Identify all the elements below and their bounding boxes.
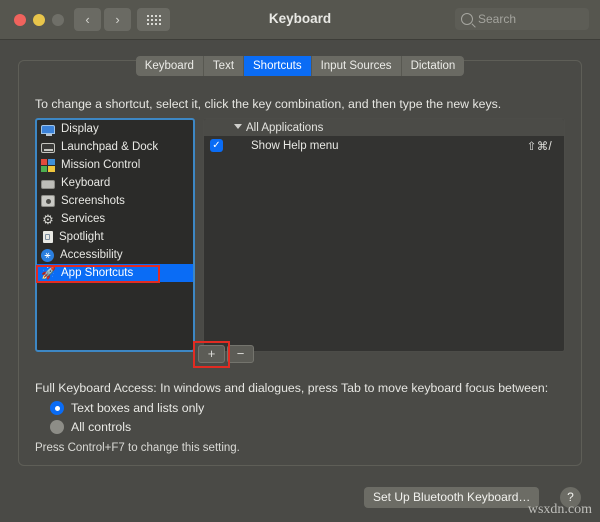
sidebar-item-label: Display (61, 123, 99, 135)
full-keyboard-access-hint: Press Control+F7 to change this setting. (35, 442, 240, 454)
set-up-bluetooth-keyboard-button[interactable]: Set Up Bluetooth Keyboard… (364, 487, 540, 508)
sidebar-item-label: Spotlight (59, 231, 104, 243)
shortcut-category-list[interactable]: Display Launchpad & Dock Mission Control… (35, 118, 195, 352)
sidebar-item-display[interactable]: Display (37, 120, 193, 138)
sidebar-item-label: Launchpad & Dock (61, 141, 159, 153)
tab-bar: Keyboard Text Shortcuts Input Sources Di… (0, 56, 600, 76)
sidebar-item-services[interactable]: ⚙ Services (37, 210, 193, 228)
instructions-text: To change a shortcut, select it, click t… (35, 97, 502, 111)
tab-dictation[interactable]: Dictation (401, 56, 465, 76)
window-titlebar: ‹ › Keyboard Search (0, 0, 600, 40)
sidebar-item-spotlight[interactable]: Spotlight (37, 228, 193, 246)
watermark: wsxdn.com (527, 502, 592, 517)
shortcut-name: Show Help menu (251, 139, 339, 152)
display-icon (41, 125, 55, 136)
shortcut-list-panel[interactable]: All Applications ✓ Show Help menu ⇧⌘/ (203, 118, 565, 352)
sidebar-item-label: Mission Control (61, 159, 141, 171)
radio-label: Text boxes and lists only (71, 401, 205, 415)
radio-label: All controls (71, 420, 132, 434)
sidebar-item-keyboard[interactable]: Keyboard (37, 174, 193, 192)
mission-control-icon (41, 159, 55, 172)
search-field[interactable]: Search (455, 8, 589, 30)
radio-all-controls[interactable]: All controls (50, 420, 131, 434)
keyboard-preferences-window: ‹ › Keyboard Search Keyboard Text Shortc… (0, 0, 600, 522)
sidebar-item-screenshots[interactable]: Screenshots (37, 192, 193, 210)
tab-keyboard[interactable]: Keyboard (135, 56, 204, 76)
shortcut-group-label: All Applications (246, 121, 324, 134)
annotation-box-app-shortcuts (36, 265, 160, 283)
tab-text[interactable]: Text (203, 56, 245, 76)
search-icon (461, 13, 473, 25)
spotlight-icon (43, 231, 53, 243)
sidebar-item-mission-control[interactable]: Mission Control (37, 156, 193, 174)
full-keyboard-access-description: Full Keyboard Access: In windows and dia… (35, 381, 549, 395)
radio-icon-selected[interactable] (50, 401, 64, 415)
keyboard-icon (41, 179, 55, 189)
radio-text-boxes-and-lists-only[interactable]: Text boxes and lists only (50, 401, 204, 415)
sidebar-item-label: Screenshots (61, 195, 125, 207)
accessibility-icon: ⚹ (41, 248, 54, 262)
shortcut-group-header[interactable]: All Applications (204, 119, 564, 136)
services-gear-icon: ⚙ (42, 211, 54, 227)
radio-icon[interactable] (50, 420, 64, 434)
launchpad-icon (41, 142, 55, 153)
tab-input-sources[interactable]: Input Sources (311, 56, 402, 76)
sidebar-item-label: Accessibility (60, 249, 123, 261)
remove-shortcut-button[interactable]: − (227, 345, 254, 363)
table-row[interactable]: ✓ Show Help menu ⇧⌘/ (204, 136, 564, 155)
sidebar-item-label: Services (61, 213, 106, 225)
tab-shortcuts[interactable]: Shortcuts (244, 56, 312, 76)
triangle-down-icon[interactable] (234, 124, 242, 129)
sidebar-item-label: Keyboard (61, 177, 111, 189)
sidebar-item-launchpad-and-dock[interactable]: Launchpad & Dock (37, 138, 193, 156)
search-placeholder: Search (478, 12, 517, 26)
screenshots-icon (41, 195, 55, 207)
shortcut-keys[interactable]: ⇧⌘/ (527, 139, 552, 153)
shortcut-checkbox[interactable]: ✓ (210, 139, 223, 152)
annotation-box-add-button (193, 341, 230, 368)
sidebar-item-accessibility[interactable]: ⚹ Accessibility (37, 246, 193, 264)
